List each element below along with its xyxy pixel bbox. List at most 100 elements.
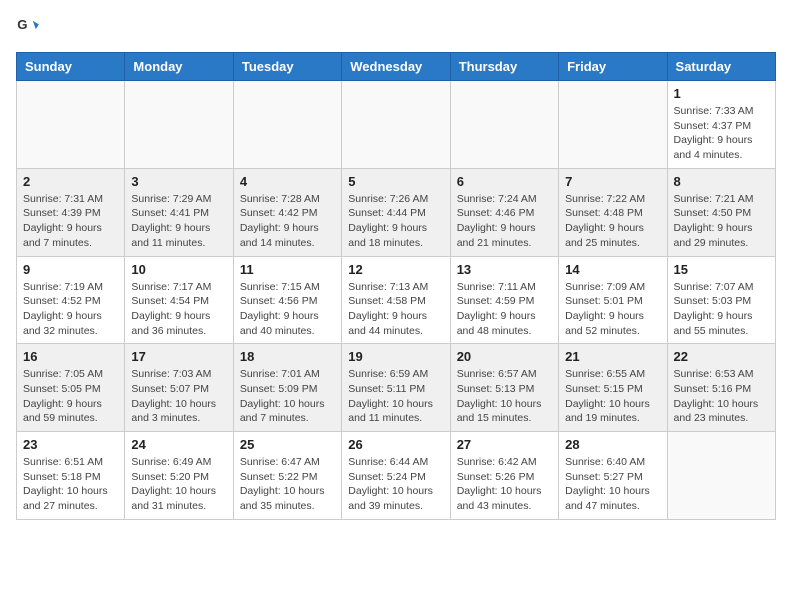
day-info: Sunrise: 7:31 AM Sunset: 4:39 PM Dayligh… (23, 192, 118, 251)
calendar-day: 7 Sunrise: 7:22 AM Sunset: 4:48 PM Daylig… (559, 168, 667, 256)
calendar-day: 20Sunrise: 6:57 AM Sunset: 5:13 PM Dayli… (450, 344, 558, 432)
calendar-day: 28Sunrise: 6:40 AM Sunset: 5:27 PM Dayli… (559, 432, 667, 520)
day-info: Sunrise: 7:09 AM Sunset: 5:01 PM Dayligh… (565, 280, 660, 339)
day-number: 1 (674, 86, 769, 101)
calendar-day: 23 Sunrise: 6:51 AM Sunset: 5:18 PM Dayli… (17, 432, 125, 520)
calendar-day: 11 Sunrise: 7:15 AM Sunset: 4:56 PM Dayli… (233, 256, 341, 344)
calendar-day (125, 81, 233, 169)
day-number: 26 (348, 437, 443, 452)
day-info: Sunrise: 6:40 AM Sunset: 5:27 PM Dayligh… (565, 455, 660, 514)
header-friday: Friday (559, 53, 667, 81)
calendar-day: 24 Sunrise: 6:49 AM Sunset: 5:20 PM Dayli… (125, 432, 233, 520)
calendar-week-1: 1 Sunrise: 7:33 AM Sunset: 4:37 PM Daylig… (17, 81, 776, 169)
day-number: 5 (348, 174, 443, 189)
calendar-day: 27 Sunrise: 6:42 AM Sunset: 5:26 PM Dayli… (450, 432, 558, 520)
day-info: Sunrise: 7:28 AM Sunset: 4:42 PM Dayligh… (240, 192, 335, 251)
day-number: 22 (674, 349, 769, 364)
logo-icon: G (16, 16, 40, 40)
day-info: Sunrise: 7:15 AM Sunset: 4:56 PM Dayligh… (240, 280, 335, 339)
calendar-day (667, 432, 775, 520)
calendar-day: 5 Sunrise: 7:26 AM Sunset: 4:44 PM Daylig… (342, 168, 450, 256)
calendar-day: 14Sunrise: 7:09 AM Sunset: 5:01 PM Dayli… (559, 256, 667, 344)
calendar-day: 3Sunrise: 7:29 AM Sunset: 4:41 PM Daylig… (125, 168, 233, 256)
svg-text:G: G (17, 17, 27, 32)
calendar-week-2: 2 Sunrise: 7:31 AM Sunset: 4:39 PM Daylig… (17, 168, 776, 256)
calendar-day: 19 Sunrise: 6:59 AM Sunset: 5:11 PM Dayli… (342, 344, 450, 432)
day-number: 9 (23, 262, 118, 277)
calendar-day: 22 Sunrise: 6:53 AM Sunset: 5:16 PM Dayli… (667, 344, 775, 432)
day-info: Sunrise: 6:49 AM Sunset: 5:20 PM Dayligh… (131, 455, 226, 514)
day-info: Sunrise: 7:17 AM Sunset: 4:54 PM Dayligh… (131, 280, 226, 339)
day-info: Sunrise: 6:44 AM Sunset: 5:24 PM Dayligh… (348, 455, 443, 514)
day-info: Sunrise: 7:24 AM Sunset: 4:46 PM Dayligh… (457, 192, 552, 251)
day-info: Sunrise: 7:19 AM Sunset: 4:52 PM Dayligh… (23, 280, 118, 339)
calendar-day: 17 Sunrise: 7:03 AM Sunset: 5:07 PM Dayli… (125, 344, 233, 432)
calendar-day: 16 Sunrise: 7:05 AM Sunset: 5:05 PM Dayli… (17, 344, 125, 432)
day-info: Sunrise: 6:53 AM Sunset: 5:16 PM Dayligh… (674, 367, 769, 426)
day-number: 24 (131, 437, 226, 452)
day-number: 25 (240, 437, 335, 452)
day-number: 15 (674, 262, 769, 277)
calendar-week-3: 9 Sunrise: 7:19 AM Sunset: 4:52 PM Daylig… (17, 256, 776, 344)
day-info: Sunrise: 7:29 AM Sunset: 4:41 PM Dayligh… (131, 192, 226, 251)
calendar-day: 2 Sunrise: 7:31 AM Sunset: 4:39 PM Daylig… (17, 168, 125, 256)
calendar-day: 8 Sunrise: 7:21 AM Sunset: 4:50 PM Daylig… (667, 168, 775, 256)
calendar-day (559, 81, 667, 169)
header-tuesday: Tuesday (233, 53, 341, 81)
day-info: Sunrise: 7:13 AM Sunset: 4:58 PM Dayligh… (348, 280, 443, 339)
day-number: 27 (457, 437, 552, 452)
day-info: Sunrise: 7:22 AM Sunset: 4:48 PM Dayligh… (565, 192, 660, 251)
day-number: 18 (240, 349, 335, 364)
header: G (16, 16, 776, 40)
day-number: 13 (457, 262, 552, 277)
day-info: Sunrise: 7:26 AM Sunset: 4:44 PM Dayligh… (348, 192, 443, 251)
calendar-day (17, 81, 125, 169)
calendar-week-5: 23 Sunrise: 6:51 AM Sunset: 5:18 PM Dayli… (17, 432, 776, 520)
day-number: 21 (565, 349, 660, 364)
calendar-day: 10 Sunrise: 7:17 AM Sunset: 4:54 PM Dayli… (125, 256, 233, 344)
calendar-day: 6Sunrise: 7:24 AM Sunset: 4:46 PM Daylig… (450, 168, 558, 256)
day-info: Sunrise: 7:03 AM Sunset: 5:07 PM Dayligh… (131, 367, 226, 426)
calendar-day: 1 Sunrise: 7:33 AM Sunset: 4:37 PM Daylig… (667, 81, 775, 169)
day-info: Sunrise: 6:47 AM Sunset: 5:22 PM Dayligh… (240, 455, 335, 514)
day-number: 12 (348, 262, 443, 277)
day-number: 4 (240, 174, 335, 189)
header-sunday: Sunday (17, 53, 125, 81)
day-info: Sunrise: 7:11 AM Sunset: 4:59 PM Dayligh… (457, 280, 552, 339)
day-info: Sunrise: 6:42 AM Sunset: 5:26 PM Dayligh… (457, 455, 552, 514)
header-wednesday: Wednesday (342, 53, 450, 81)
calendar-day: 9 Sunrise: 7:19 AM Sunset: 4:52 PM Daylig… (17, 256, 125, 344)
day-number: 11 (240, 262, 335, 277)
day-info: Sunrise: 6:55 AM Sunset: 5:15 PM Dayligh… (565, 367, 660, 426)
day-number: 20 (457, 349, 552, 364)
calendar-day: 15Sunrise: 7:07 AM Sunset: 5:03 PM Dayli… (667, 256, 775, 344)
day-number: 10 (131, 262, 226, 277)
day-number: 17 (131, 349, 226, 364)
header-monday: Monday (125, 53, 233, 81)
day-number: 2 (23, 174, 118, 189)
header-saturday: Saturday (667, 53, 775, 81)
calendar-week-4: 16 Sunrise: 7:05 AM Sunset: 5:05 PM Dayli… (17, 344, 776, 432)
calendar-header-row: SundayMondayTuesdayWednesdayThursdayFrid… (17, 53, 776, 81)
day-info: Sunrise: 7:05 AM Sunset: 5:05 PM Dayligh… (23, 367, 118, 426)
calendar-day: 26 Sunrise: 6:44 AM Sunset: 5:24 PM Dayli… (342, 432, 450, 520)
day-number: 16 (23, 349, 118, 364)
day-number: 7 (565, 174, 660, 189)
day-number: 8 (674, 174, 769, 189)
header-thursday: Thursday (450, 53, 558, 81)
day-number: 23 (23, 437, 118, 452)
day-info: Sunrise: 7:33 AM Sunset: 4:37 PM Dayligh… (674, 104, 769, 163)
calendar-day: 4 Sunrise: 7:28 AM Sunset: 4:42 PM Daylig… (233, 168, 341, 256)
day-info: Sunrise: 6:59 AM Sunset: 5:11 PM Dayligh… (348, 367, 443, 426)
logo: G (16, 16, 44, 40)
calendar-day (233, 81, 341, 169)
calendar-day (450, 81, 558, 169)
day-number: 19 (348, 349, 443, 364)
calendar-day: 13 Sunrise: 7:11 AM Sunset: 4:59 PM Dayli… (450, 256, 558, 344)
day-info: Sunrise: 7:21 AM Sunset: 4:50 PM Dayligh… (674, 192, 769, 251)
calendar-day: 12 Sunrise: 7:13 AM Sunset: 4:58 PM Dayli… (342, 256, 450, 344)
day-info: Sunrise: 6:51 AM Sunset: 5:18 PM Dayligh… (23, 455, 118, 514)
calendar-table: SundayMondayTuesdayWednesdayThursdayFrid… (16, 52, 776, 520)
day-info: Sunrise: 7:01 AM Sunset: 5:09 PM Dayligh… (240, 367, 335, 426)
calendar-day: 21 Sunrise: 6:55 AM Sunset: 5:15 PM Dayli… (559, 344, 667, 432)
